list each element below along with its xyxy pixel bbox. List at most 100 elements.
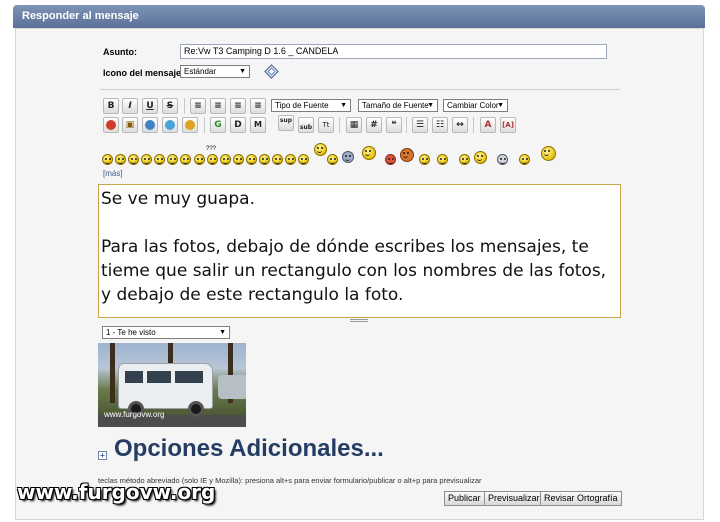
strike-button[interactable]: S	[162, 98, 178, 114]
color-select-value: Cambiar Color	[447, 101, 499, 110]
align-left-icon[interactable]: ≡	[190, 98, 206, 114]
smiley-icon[interactable]	[180, 154, 191, 165]
align-right-icon[interactable]: ≡	[230, 98, 246, 114]
van-window	[125, 371, 143, 383]
chevron-down-icon: ▼	[427, 102, 434, 109]
underline-button[interactable]: U	[142, 98, 158, 114]
preview-button[interactable]: Previsualizar	[484, 491, 544, 506]
smiley-icon[interactable]	[259, 154, 270, 165]
smiley-icon[interactable]	[167, 154, 178, 165]
publish-button[interactable]: Publicar	[444, 491, 485, 506]
superscript-button[interactable]: sup	[278, 115, 294, 131]
link-icon[interactable]	[142, 117, 158, 133]
devil-smiley-icon[interactable]	[400, 148, 414, 162]
smiley-icon[interactable]	[285, 154, 296, 165]
smiley-icon[interactable]	[115, 154, 126, 165]
justify-icon[interactable]: ≡	[250, 98, 266, 114]
smiley-icon[interactable]	[154, 154, 165, 165]
smiley-icon[interactable]	[128, 154, 139, 165]
google-icon[interactable]: G	[210, 117, 226, 133]
jumping-smiley-icon[interactable]	[314, 143, 327, 156]
table-icon[interactable]: ▦	[346, 117, 362, 133]
toolbar-separator	[204, 117, 205, 133]
photo-car	[218, 375, 246, 399]
spellcheck-button[interactable]: Revisar Ortografía	[540, 491, 622, 506]
subject-input[interactable]: Re:Vw T3 Camping D 1.6 _ CANDELA	[180, 44, 607, 59]
message-textarea[interactable]: Se ve muy guapa. Para las fotos, debajo …	[98, 184, 621, 318]
expand-options-icon[interactable]: +	[98, 451, 107, 460]
font-type-select[interactable]: Tipo de Fuente ▼	[271, 99, 351, 112]
smiley-icon[interactable]	[141, 154, 152, 165]
bold-button[interactable]: B	[103, 98, 119, 114]
smiley-icon[interactable]	[327, 154, 338, 165]
additional-options-title[interactable]: Opciones Adicionales...	[114, 435, 384, 463]
ordered-list-icon[interactable]: ☷	[432, 117, 448, 133]
smiley-icon[interactable]	[102, 154, 113, 165]
van-window	[147, 371, 171, 383]
van-window	[175, 371, 203, 383]
attachment-select-value: 1 - Te he visto	[106, 328, 156, 337]
confused-label: ???	[206, 146, 217, 152]
code-icon[interactable]: [A]	[500, 117, 516, 133]
media-icon[interactable]: M	[250, 117, 266, 133]
message-icon-label: Icono del mensaje:	[103, 68, 185, 78]
teletype-button[interactable]: Tt	[318, 117, 334, 133]
chevron-down-icon: ▼	[239, 68, 246, 75]
font-size-select-value: Tamaño de Fuente	[362, 101, 429, 110]
image-icon[interactable]: ▣	[122, 117, 138, 133]
font-type-select-value: Tipo de Fuente	[275, 101, 329, 110]
message-icon-select-value: Estándar	[184, 67, 217, 76]
ghost-smiley-icon[interactable]	[497, 154, 508, 165]
resize-handle[interactable]	[350, 319, 368, 322]
chevron-down-icon: ▼	[340, 102, 347, 109]
smiley-icon[interactable]	[220, 154, 231, 165]
smiley-icon[interactable]	[459, 154, 470, 165]
photo-watermark: www.furgovw.org	[104, 410, 165, 419]
subject-label: Asunto:	[103, 47, 137, 57]
font-size-select[interactable]: Tamaño de Fuente ▼	[358, 99, 438, 112]
message-icon-preview-icon	[264, 64, 279, 79]
smiley-icon[interactable]	[519, 154, 530, 165]
chevron-down-icon: ▼	[219, 329, 226, 336]
remove-format-icon[interactable]: A	[480, 117, 496, 133]
color-select[interactable]: Cambiar Color ▼	[443, 99, 508, 112]
attachment-select[interactable]: 1 - Te he visto ▼	[102, 326, 230, 339]
horizontal-rule-icon[interactable]: ↔	[452, 117, 468, 133]
more-smilies-link[interactable]: [más]	[103, 169, 123, 178]
toolbar-separator	[473, 117, 474, 133]
toolbar-separator	[406, 117, 407, 133]
subscript-button[interactable]: sub	[298, 117, 314, 133]
flash-icon[interactable]	[103, 117, 119, 133]
quote-icon[interactable]: ❝	[386, 117, 402, 133]
chevron-down-icon: ▼	[497, 102, 504, 109]
message-icon-select[interactable]: Estándar ▼	[180, 65, 250, 78]
smiley-icon[interactable]	[298, 154, 309, 165]
confused-smiley-icon[interactable]	[207, 154, 218, 165]
smiley-icon[interactable]	[474, 151, 487, 164]
alien-smiley-icon[interactable]	[342, 151, 354, 163]
cool-smiley-icon[interactable]	[194, 154, 205, 165]
toolbar-divider	[100, 89, 620, 90]
jester-smiley-icon[interactable]	[541, 146, 556, 161]
van-wheel	[188, 401, 204, 417]
reply-header: Responder al mensaje	[13, 5, 705, 28]
smiley-icon[interactable]	[419, 154, 430, 165]
smiley-icon[interactable]	[272, 154, 283, 165]
photo-tree	[110, 343, 115, 403]
smiley-icon[interactable]	[437, 154, 448, 165]
wikipedia-icon[interactable]: D	[230, 117, 246, 133]
align-center-icon[interactable]: ≡	[210, 98, 226, 114]
italic-button[interactable]: I	[122, 98, 138, 114]
toolbar-separator	[184, 98, 185, 114]
smiley-icon[interactable]	[233, 154, 244, 165]
email-icon[interactable]	[182, 117, 198, 133]
angry-smiley-icon[interactable]	[385, 154, 396, 165]
toolbar-separator	[339, 117, 340, 133]
smiley-icon[interactable]	[246, 154, 257, 165]
camera-smiley-icon[interactable]	[362, 146, 376, 160]
site-watermark: www.furgovw.org	[17, 480, 216, 504]
list-icon[interactable]: ☰	[412, 117, 428, 133]
hash-icon[interactable]: #	[366, 117, 382, 133]
attachment-photo: www.furgovw.org	[98, 343, 246, 427]
ftp-icon[interactable]	[162, 117, 178, 133]
